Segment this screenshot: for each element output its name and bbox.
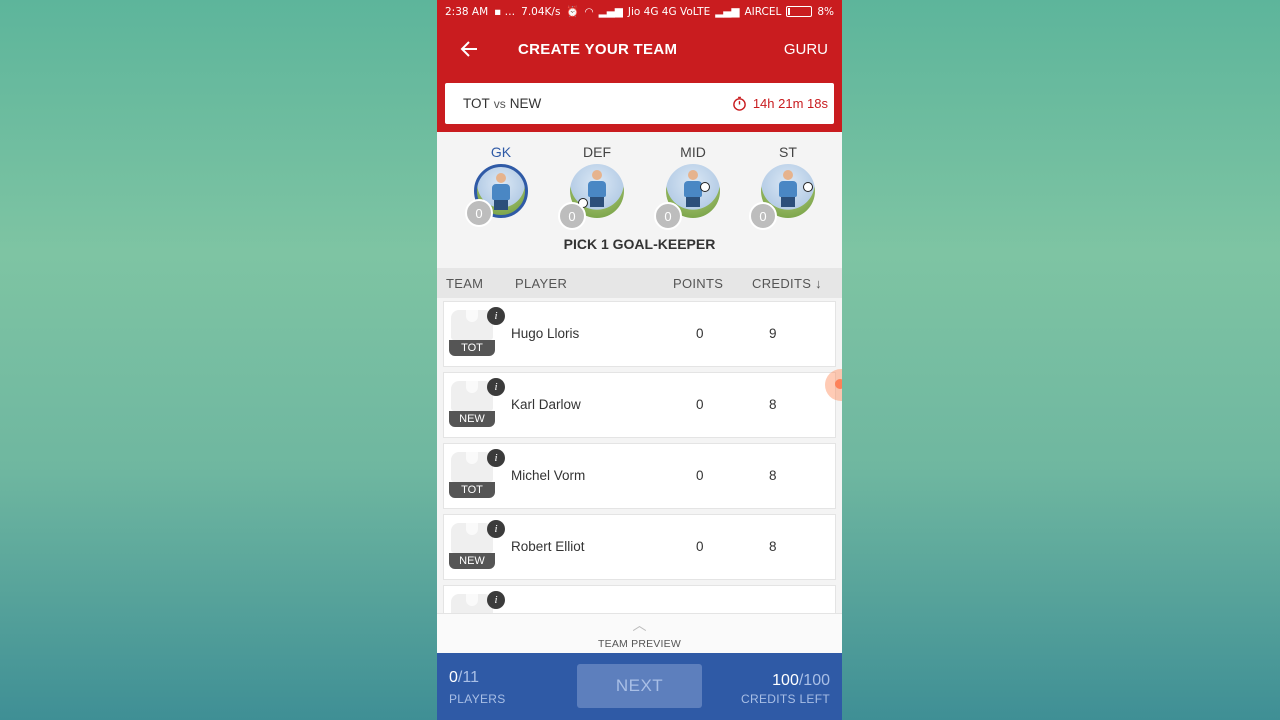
player-credits: 9 bbox=[769, 326, 777, 341]
carrier-1: Jio 4G 4G VoLTE bbox=[627, 5, 711, 18]
player-credits: 8 bbox=[769, 468, 777, 483]
battery-level: 8% bbox=[817, 5, 834, 18]
guru-button[interactable]: GURU bbox=[784, 41, 828, 58]
player-row[interactable]: TOT i Michel Vorm 0 8 bbox=[443, 443, 836, 509]
players-counter: 0/11 bbox=[449, 669, 479, 687]
player-points: 0 bbox=[696, 468, 704, 483]
team-preview-button[interactable]: ︿ TEAM PREVIEW bbox=[437, 613, 842, 653]
column-points[interactable]: POINTS bbox=[673, 276, 723, 291]
position-label: GK bbox=[490, 144, 512, 160]
signal-icon-2: ▂▄▆ bbox=[715, 5, 740, 18]
jersey-icon: NEW i bbox=[449, 520, 505, 569]
tab-mid[interactable]: MID 0 bbox=[654, 144, 728, 230]
team2-name: NEW bbox=[509, 96, 542, 111]
defender-avatar: 0 bbox=[558, 164, 624, 230]
match-card: TOT vs NEW 14h 21m 18s bbox=[445, 83, 834, 124]
phone-screen: 2:38 AM ▪ … 7.04K/s ⏰ ◠ ▂▄▆ Jio 4G 4G Vo… bbox=[437, 0, 842, 720]
credits-total: /100 bbox=[798, 672, 830, 689]
vs-label: vs bbox=[493, 96, 506, 111]
player-name: Michel Vorm bbox=[511, 468, 586, 483]
bottom-bar: 0/11 PLAYERS NEXT 100/100 CREDITS LEFT bbox=[437, 653, 842, 720]
countdown-text: 14h 21m 18s bbox=[752, 96, 828, 111]
position-label: MID bbox=[680, 144, 706, 160]
team-tag: TOT bbox=[449, 340, 495, 356]
player-figure-icon bbox=[585, 170, 609, 208]
jersey-icon: TOT i bbox=[449, 449, 505, 498]
ball-icon bbox=[803, 182, 813, 192]
team1-name: TOT bbox=[463, 96, 490, 111]
notification-icon: ▪ … bbox=[494, 5, 516, 18]
player-credits: 8 bbox=[769, 397, 777, 412]
info-icon[interactable]: i bbox=[487, 378, 505, 396]
player-name: Hugo Lloris bbox=[511, 326, 580, 341]
player-row-partial[interactable]: i bbox=[443, 585, 836, 614]
player-list-header: TEAM PLAYER POINTS CREDITS ↓ bbox=[437, 268, 842, 298]
players-selected: 0 bbox=[449, 669, 458, 686]
team-tag: NEW bbox=[449, 411, 495, 427]
position-label: DEF bbox=[583, 144, 611, 160]
column-team: TEAM bbox=[446, 275, 484, 291]
column-credits-sort[interactable]: CREDITS ↓ bbox=[752, 276, 822, 291]
position-count-badge: 0 bbox=[749, 202, 777, 230]
player-points: 0 bbox=[696, 539, 704, 554]
status-time: 2:38 AM bbox=[445, 5, 489, 18]
player-figure-icon bbox=[489, 173, 513, 211]
info-icon[interactable]: i bbox=[487, 520, 505, 538]
alarm-icon: ⏰ bbox=[566, 6, 580, 18]
player-points: 0 bbox=[696, 397, 704, 412]
player-credits: 8 bbox=[769, 539, 777, 554]
position-count-badge: 0 bbox=[558, 202, 586, 230]
players-total: /11 bbox=[457, 669, 479, 686]
credits-left: 100 bbox=[772, 672, 799, 689]
team-tag: TOT bbox=[449, 482, 495, 498]
player-name: Robert Elliot bbox=[511, 539, 585, 554]
team-tag: NEW bbox=[449, 553, 495, 569]
jersey-icon: NEW i bbox=[449, 378, 505, 427]
credits-label: CREDITS LEFT bbox=[741, 692, 830, 706]
column-player: PLAYER bbox=[515, 275, 568, 291]
network-speed: 7.04K/s bbox=[521, 5, 561, 18]
tab-st[interactable]: ST 0 bbox=[749, 144, 823, 230]
position-count-badge: 0 bbox=[654, 202, 682, 230]
jersey-icon: i bbox=[449, 591, 505, 614]
arrow-left-icon bbox=[460, 41, 477, 57]
team-preview-label: TEAM PREVIEW bbox=[598, 638, 681, 650]
jersey-icon: TOT i bbox=[449, 307, 505, 356]
chevron-up-icon: ︿ bbox=[632, 617, 647, 633]
tab-gk[interactable]: GK 0 bbox=[465, 144, 536, 227]
info-icon[interactable]: i bbox=[487, 449, 505, 467]
match-header: TOT vs NEW 14h 21m 18s bbox=[437, 75, 842, 132]
battery-icon bbox=[786, 6, 813, 17]
info-icon[interactable]: i bbox=[487, 307, 505, 325]
position-count-badge: 0 bbox=[465, 199, 493, 227]
player-row[interactable]: NEW i Robert Elliot 0 8 bbox=[443, 514, 836, 580]
wifi-icon: ◠ bbox=[584, 5, 594, 18]
page-title: CREATE YOUR TEAM bbox=[518, 40, 678, 58]
player-row[interactable]: TOT i Hugo Lloris 0 9 bbox=[443, 301, 836, 367]
stopwatch-icon bbox=[733, 96, 746, 111]
goalkeeper-avatar: 0 bbox=[465, 164, 528, 227]
back-button[interactable] bbox=[445, 23, 493, 75]
position-label: ST bbox=[779, 144, 797, 160]
match-timer: 14h 21m 18s bbox=[732, 96, 828, 111]
status-bar: 2:38 AM ▪ … 7.04K/s ⏰ ◠ ▂▄▆ Jio 4G 4G Vo… bbox=[437, 0, 842, 23]
pick-instruction: PICK 1 GOAL-KEEPER bbox=[563, 236, 716, 252]
app-bar: CREATE YOUR TEAM GURU bbox=[437, 23, 842, 75]
player-list[interactable]: TOT i Hugo Lloris 0 9 NEW i Karl Darlow … bbox=[437, 298, 842, 614]
striker-avatar: 0 bbox=[749, 164, 815, 230]
ball-icon bbox=[700, 182, 710, 192]
signal-icon: ▂▄▆ bbox=[598, 5, 623, 18]
players-label: PLAYERS bbox=[449, 692, 506, 706]
carrier-2: AIRCEL bbox=[744, 5, 782, 18]
player-name: Karl Darlow bbox=[511, 397, 581, 412]
next-button[interactable]: NEXT bbox=[577, 664, 702, 708]
player-points: 0 bbox=[696, 326, 704, 341]
tab-def[interactable]: DEF 0 bbox=[558, 144, 632, 230]
info-icon[interactable]: i bbox=[487, 591, 505, 609]
position-selector: GK 0 DEF 0 MID 0 ST 0 PICK 1 GOAL-KEEPER bbox=[437, 132, 842, 268]
player-row[interactable]: NEW i Karl Darlow 0 8 bbox=[443, 372, 836, 438]
midfielder-avatar: 0 bbox=[654, 164, 720, 230]
player-figure-icon bbox=[776, 170, 800, 208]
credits-counter: 100/100 bbox=[772, 672, 830, 690]
